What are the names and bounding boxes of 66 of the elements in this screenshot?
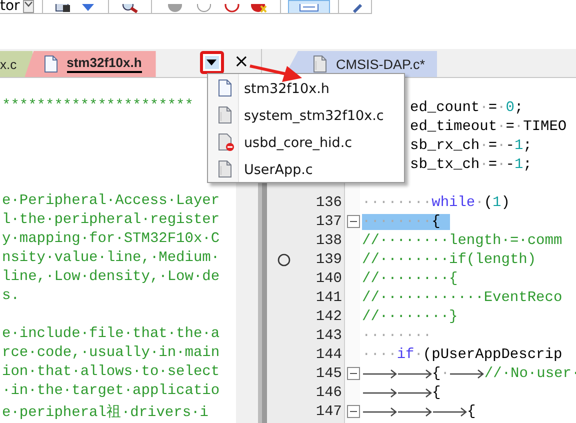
line-number: 136 — [316, 194, 342, 210]
menu-item[interactable]: stm32f10x.h — [208, 75, 404, 102]
ring-icon — [224, 4, 240, 13]
comment-line: nsity·value·line,·Medium· — [2, 250, 220, 266]
tab-arrow-icon — [449, 368, 484, 378]
comment-line: e·include·file·that·the·a — [2, 326, 220, 342]
code-text: {· — [432, 366, 450, 382]
code-line: //········if(length) — [362, 252, 536, 268]
tab-arrow-icon — [397, 368, 432, 378]
code-line: ········ — [362, 328, 432, 344]
tab-arrow-icon — [432, 406, 467, 416]
code-line: sb_rx_ch·=·-1; — [410, 138, 532, 154]
dropdown-button[interactable] — [22, 0, 34, 13]
line-number: 141 — [316, 290, 342, 306]
window-stack-icon — [54, 4, 71, 13]
comment-line: s. — [2, 288, 20, 304]
line-number: 145 — [316, 366, 342, 382]
delete-icon — [250, 4, 268, 13]
window-icon — [298, 4, 320, 13]
code-line: ed_timeout·=·TIMEO — [410, 118, 567, 134]
line-number: 139 — [316, 252, 342, 268]
tab-arrow-icon — [362, 388, 397, 398]
caret-icon — [206, 59, 218, 66]
comment-line: ********************** — [2, 98, 194, 114]
comment-line: ion·that·allows·to·select — [2, 364, 220, 380]
tab-arrow-icon — [362, 406, 397, 416]
caret-icon — [24, 1, 33, 7]
file-icon — [217, 133, 235, 152]
menu-item[interactable]: system_stm32f10x.c — [208, 102, 404, 129]
search-icon — [121, 4, 140, 13]
combo-text: tor — [0, 0, 20, 13]
tab-arrow-icon — [397, 406, 432, 416]
comment-line: e·Peripheral·Access·Layer — [2, 193, 220, 209]
line-number: 142 — [316, 308, 342, 324]
menu-item[interactable]: usbd_core_hid.c — [208, 129, 404, 156]
annotation-arrow — [250, 64, 302, 82]
line-number: 147 — [316, 404, 342, 420]
line-number: 146 — [316, 384, 342, 400]
tab-arrow-icon — [397, 388, 432, 398]
code-text: { — [467, 404, 476, 420]
line-number: 144 — [316, 346, 342, 362]
editor-tab[interactable]: x.c — [0, 51, 33, 77]
code-line: //········} — [362, 308, 458, 324]
close-button[interactable]: × — [234, 53, 249, 71]
comment-line: e·peripheral祖·drivers·i — [2, 405, 208, 421]
code-line: //········{ — [362, 270, 458, 286]
code-line: //············EventReco — [362, 290, 562, 306]
code-line: ····if·(pUserAppDescrip — [362, 346, 562, 362]
comment-line: rce·code,·usually·in·main — [2, 345, 220, 361]
code-line: sb_tx_ch·=·-1; — [410, 156, 532, 172]
line-number: 138 — [316, 232, 342, 248]
code-line: //········length·=·comm — [362, 232, 562, 248]
editor-tab[interactable]: stm32f10x.h — [24, 51, 156, 77]
code-line: ········while·(1) — [362, 194, 510, 210]
code-line: ed_count·=·0; — [410, 100, 524, 116]
line-number: 143 — [316, 328, 342, 344]
comment-line: line,·Low·density,·Low·de — [2, 269, 220, 285]
comment-line: y·mapping·for·STM32F10x·C — [2, 231, 220, 247]
tab-list-button[interactable] — [204, 56, 219, 69]
menu-item[interactable]: UserApp.c — [208, 156, 404, 183]
code-text: { — [432, 384, 441, 400]
line-number: 137 — [316, 214, 342, 230]
comment-line: l·the·peripheral·register — [2, 212, 220, 228]
comment-line: ·in·the·target·applicatio — [2, 383, 220, 399]
tab-arrow-icon — [362, 368, 397, 378]
line-number: 140 — [316, 270, 342, 286]
